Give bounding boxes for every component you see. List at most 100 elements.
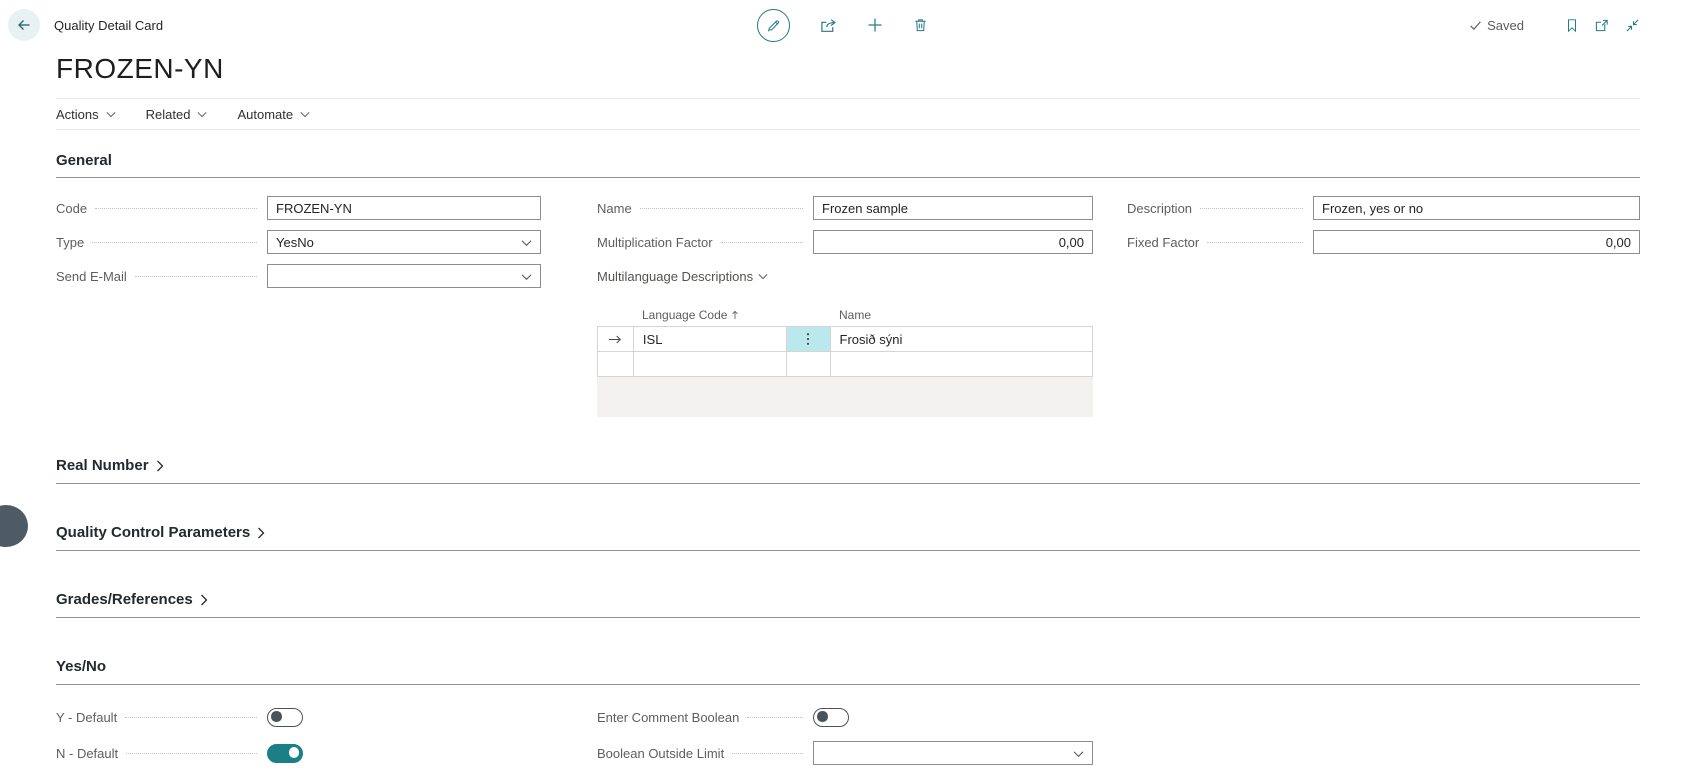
bookmark-button[interactable]	[1565, 18, 1579, 33]
page-content: FROZEN-YN Actions Related Automate Gener…	[0, 52, 1681, 765]
menu-actions-label: Actions	[56, 107, 99, 122]
chevron-down-icon	[197, 111, 207, 118]
dotted-leader	[92, 242, 257, 243]
edit-button[interactable]	[757, 9, 790, 42]
multiplication-factor-input[interactable]: 0,00	[813, 230, 1093, 254]
fixed-factor-label: Fixed Factor	[1127, 235, 1199, 250]
table-row: ISL Frosið sýni	[598, 327, 1093, 352]
back-button[interactable]	[8, 9, 40, 41]
top-bar: Quality Detail Card	[0, 0, 1681, 50]
dotted-leader	[732, 753, 803, 754]
chevron-down-icon[interactable]	[521, 239, 532, 247]
save-status: Saved	[1469, 18, 1524, 33]
code-input[interactable]: FROZEN-YN	[267, 196, 541, 220]
page-caption: Quality Detail Card	[54, 18, 163, 33]
name-input[interactable]: Frozen sample	[813, 196, 1093, 220]
collapse-icon	[1625, 18, 1640, 33]
description-input[interactable]: Frozen, yes or no	[1313, 196, 1640, 220]
field-boolean-outside-limit: Boolean Outside Limit	[597, 741, 1093, 765]
y-default-label: Y - Default	[56, 710, 117, 725]
window-controls: Saved	[1469, 0, 1640, 50]
field-name: Name Frozen sample	[597, 196, 1093, 220]
chevron-down-icon	[758, 273, 768, 280]
fixed-factor-input[interactable]: 0,00	[1313, 230, 1640, 254]
name-cell[interactable]: Frosið sýni	[831, 327, 1093, 352]
multilanguage-descriptions-group[interactable]: Multilanguage Descriptions	[597, 264, 1093, 288]
pencil-icon	[766, 18, 781, 33]
dotted-leader	[640, 208, 803, 209]
y-default-toggle[interactable]	[267, 708, 303, 727]
bookmark-icon	[1565, 18, 1579, 33]
section-yes-no-heading[interactable]: Yes/No	[56, 658, 1640, 685]
field-type: Type YesNo	[56, 230, 541, 254]
type-select[interactable]: YesNo	[267, 230, 541, 254]
plus-icon	[867, 17, 883, 33]
name-header-label: Name	[839, 308, 871, 322]
table-row-empty	[598, 352, 1093, 377]
section-general-heading[interactable]: General	[56, 152, 1640, 178]
enter-comment-boolean-label: Enter Comment Boolean	[597, 710, 739, 725]
section-real-number[interactable]: Real Number	[56, 457, 1640, 484]
yes-no-label: Yes/No	[56, 658, 106, 675]
table-grid: ISL Frosið sýni	[597, 326, 1093, 377]
n-default-toggle[interactable]	[267, 744, 303, 763]
page-title: FROZEN-YN	[56, 52, 1640, 86]
name-cell-empty[interactable]	[831, 352, 1093, 377]
quality-control-parameters-label: Quality Control Parameters	[56, 524, 250, 541]
new-button[interactable]	[867, 17, 883, 33]
language-code-column-header[interactable]: Language Code	[633, 308, 786, 322]
field-fixed-factor: Fixed Factor 0,00	[1127, 230, 1640, 254]
chevron-down-icon[interactable]	[1073, 750, 1084, 758]
share-button[interactable]	[820, 17, 837, 34]
chevron-right-icon	[200, 594, 208, 606]
description-label: Description	[1127, 201, 1192, 216]
dotted-leader	[126, 753, 257, 754]
language-code-cell[interactable]: ISL	[634, 327, 787, 352]
grades-references-label: Grades/References	[56, 591, 193, 608]
menu-automate[interactable]: Automate	[237, 107, 310, 122]
dotted-leader	[747, 717, 803, 718]
field-n-default: N - Default	[56, 741, 541, 765]
dotted-leader	[1207, 242, 1303, 243]
delete-button[interactable]	[913, 17, 928, 33]
chevron-right-icon	[156, 460, 164, 472]
field-code: Code FROZEN-YN	[56, 196, 541, 220]
multiplication-factor-label: Multiplication Factor	[597, 235, 713, 250]
name-column-header[interactable]: Name	[830, 308, 1093, 322]
field-description: Description Frozen, yes or no	[1127, 196, 1640, 220]
field-enter-comment-boolean: Enter Comment Boolean	[597, 705, 1093, 729]
cell-menu-button[interactable]	[787, 327, 831, 352]
cell-menu-cell-empty[interactable]	[787, 352, 831, 377]
boolean-outside-limit-select[interactable]	[813, 741, 1093, 765]
enter-comment-boolean-toggle[interactable]	[813, 708, 849, 727]
action-menu-bar: Actions Related Automate	[56, 99, 1640, 130]
field-multiplication-factor: Multiplication Factor 0,00	[597, 230, 1093, 254]
chevron-down-icon	[106, 111, 116, 118]
share-icon	[820, 17, 837, 34]
section-quality-control-parameters[interactable]: Quality Control Parameters	[56, 524, 1640, 551]
open-in-window-button[interactable]	[1594, 18, 1610, 33]
menu-related-label: Related	[146, 107, 191, 122]
yes-no-fields: Y - Default Enter Comment Boolean	[56, 705, 1640, 765]
record-actions	[757, 0, 928, 50]
active-row-indicator	[598, 327, 634, 352]
send-email-label: Send E-Mail	[56, 269, 127, 284]
collapse-button[interactable]	[1625, 18, 1640, 33]
menu-actions[interactable]: Actions	[56, 107, 116, 122]
send-email-select[interactable]	[267, 264, 541, 288]
menu-related[interactable]: Related	[146, 107, 208, 122]
row-indicator-cell	[598, 352, 634, 377]
save-status-label: Saved	[1487, 18, 1524, 33]
type-label: Type	[56, 235, 84, 250]
chevron-down-icon	[300, 111, 310, 118]
check-icon	[1469, 19, 1482, 32]
section-grades-references[interactable]: Grades/References	[56, 591, 1640, 618]
general-fields: Code FROZEN-YN Type YesNo Send E-Mail	[56, 196, 1640, 288]
vertical-ellipsis-icon	[806, 332, 810, 346]
multilanguage-table: Language Code Name	[597, 304, 1093, 417]
dotted-leader	[1200, 208, 1303, 209]
language-code-cell-empty[interactable]	[634, 352, 787, 377]
table-footer-area	[597, 377, 1093, 417]
dotted-leader	[721, 242, 803, 243]
chevron-down-icon[interactable]	[521, 273, 532, 281]
